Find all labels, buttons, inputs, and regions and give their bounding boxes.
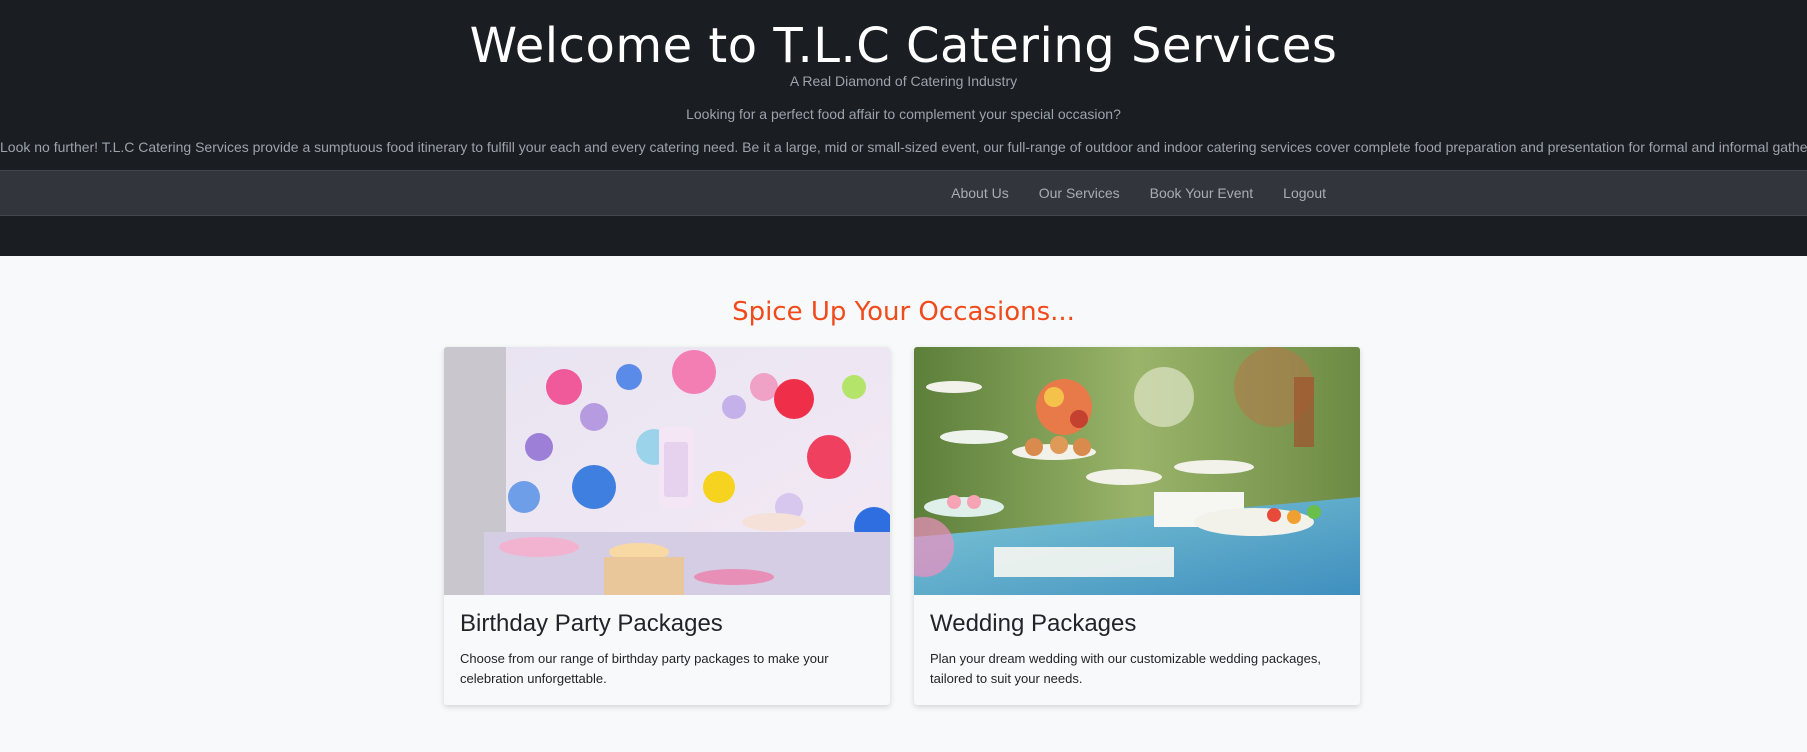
nav-item-logout[interactable]: Logout [1268,171,1341,215]
card-body: Wedding Packages Plan your dream wedding… [914,595,1360,689]
navbar: About Us Our Services Book Your Event Lo… [0,170,1807,216]
card-text: Choose from our range of birthday party … [460,651,829,686]
nav-item-book-your-event[interactable]: Book Your Event [1135,171,1269,215]
header-tagline: A Real Diamond of Catering Industry [789,73,1018,89]
wedding-package-card[interactable]: Wedding Packages Plan your dream wedding… [914,347,1360,705]
nav-item-about-us[interactable]: About Us [936,171,1024,215]
card-title: Wedding Packages [930,610,1137,637]
header-description: Look no further! T.L.C Catering Services… [0,139,1807,155]
section-heading: Spice Up Your Occasions... [732,297,1075,327]
card-text: Plan your dream wedding with our customi… [930,651,1321,686]
nav-list: About Us Our Services Book Your Event Lo… [936,171,1341,215]
page-title: Welcome to T.L.C Catering Services [469,18,1338,74]
card-body: Birthday Party Packages Choose from our … [444,595,890,689]
header-question: Looking for a perfect food affair to com… [686,106,1121,122]
birthday-party-image [444,347,890,595]
birthday-package-card[interactable]: Birthday Party Packages Choose from our … [444,347,890,705]
card-title: Birthday Party Packages [460,610,723,637]
nav-item-our-services[interactable]: Our Services [1024,171,1135,215]
site-header: Welcome to T.L.C Catering Services A Rea… [0,0,1807,256]
wedding-buffet-image [914,347,1360,595]
